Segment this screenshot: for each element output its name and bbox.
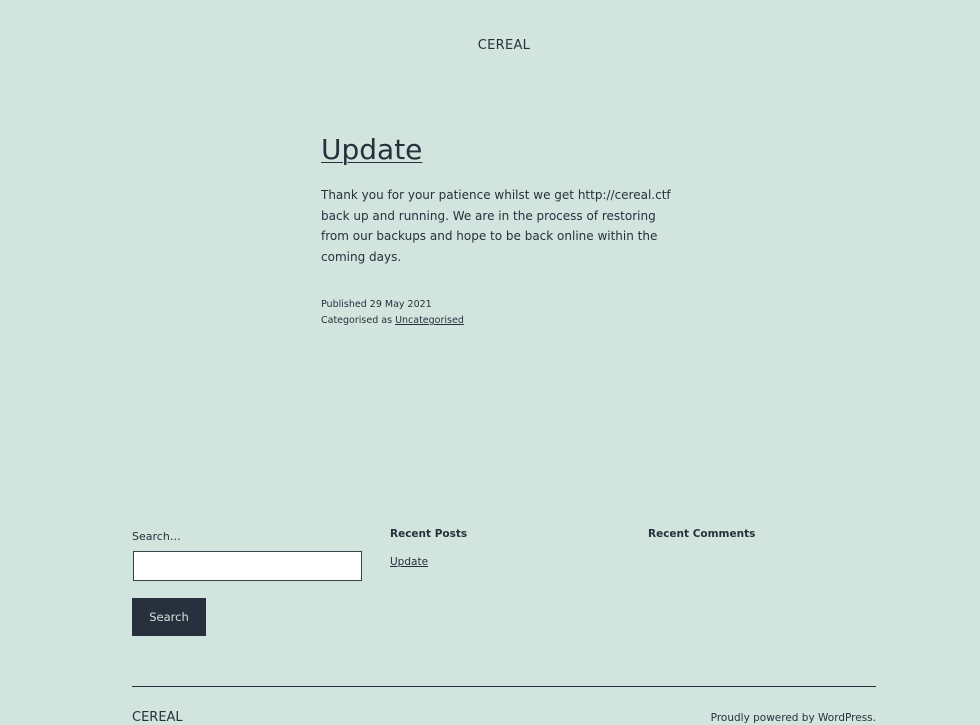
post-categories: Categorised as Uncategorised	[321, 313, 681, 329]
powered-suffix: .	[872, 712, 876, 724]
footer-divider	[132, 686, 876, 687]
search-button[interactable]: Search	[132, 598, 206, 636]
footer-widgets: Search… Search Recent Posts Update Recen…	[132, 528, 876, 638]
search-input[interactable]	[133, 551, 362, 581]
recent-posts-widget: Recent Posts Update	[390, 528, 467, 568]
published-label: Published	[321, 299, 367, 310]
published-date: 29 May 2021	[369, 299, 432, 310]
powered-prefix: Proudly powered by	[710, 712, 815, 724]
footer-site-title-link[interactable]: CEREAL	[132, 710, 183, 725]
site-title-link[interactable]: CEREAL	[0, 38, 980, 53]
post-title-link[interactable]: Update	[321, 133, 422, 166]
wordpress-link[interactable]: WordPress	[818, 712, 873, 724]
recent-comments-heading: Recent Comments	[648, 528, 756, 540]
search-label: Search…	[132, 530, 181, 543]
post-article: Update Thank you for your patience whils…	[321, 130, 681, 329]
post-published: Published 29 May 2021	[321, 297, 681, 313]
page: CEREAL Update Thank you for your patienc…	[0, 0, 980, 725]
categorised-label: Categorised as	[321, 315, 393, 326]
category-link-uncategorised[interactable]: Uncategorised	[395, 315, 464, 326]
recent-post-link[interactable]: Update	[390, 556, 467, 568]
recent-posts-heading: Recent Posts	[390, 528, 468, 540]
post-meta: Published 29 May 2021 Categorised as Unc…	[321, 297, 681, 329]
recent-comments-widget: Recent Comments	[648, 528, 755, 540]
powered-by: Proudly powered by WordPress.	[711, 712, 876, 724]
post-body: Thank you for your patience whilst we ge…	[321, 188, 671, 264]
post-title: Update	[321, 130, 681, 170]
